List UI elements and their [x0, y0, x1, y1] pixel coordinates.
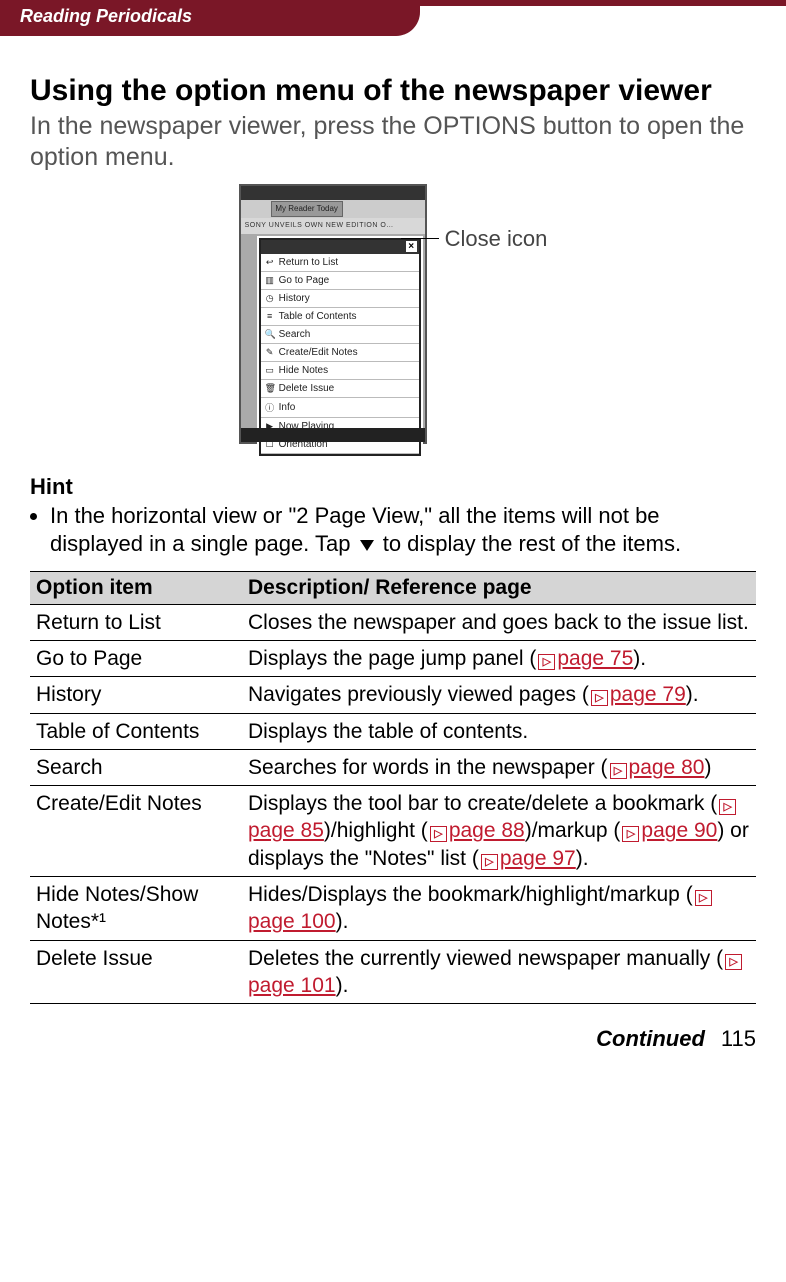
- option-menu-item[interactable]: ⓘ Info: [261, 398, 419, 418]
- hint-heading: Hint: [30, 474, 756, 500]
- table-row: Table of ContentsDisplays the table of c…: [30, 713, 756, 749]
- option-menu-item[interactable]: 🗑 Delete Issue: [261, 380, 419, 398]
- screenshot-titlebar: [241, 186, 425, 200]
- table-cell-description: Navigates previously viewed pages (▷page…: [242, 677, 756, 713]
- xref-icon: ▷: [695, 890, 712, 906]
- menu-item-label: Delete Issue: [279, 383, 335, 394]
- table-cell-option: Delete Issue: [30, 940, 242, 1004]
- callout-label: Close icon: [445, 226, 548, 252]
- header-rule: [420, 0, 786, 36]
- menu-item-icon: ⓘ: [265, 401, 275, 414]
- table-cell-description: Displays the tool bar to create/delete a…: [242, 786, 756, 877]
- callout: Close icon: [445, 226, 548, 252]
- xref-icon: ▷: [719, 799, 736, 815]
- table-cell-option: Hide Notes/Show Notes*¹: [30, 877, 242, 941]
- option-menu-titlebar: ×: [261, 240, 419, 254]
- xref-icon: ▷: [538, 654, 555, 670]
- table-cell-option: Table of Contents: [30, 713, 242, 749]
- menu-item-label: Return to List: [279, 257, 338, 268]
- table-cell-description: Displays the table of contents.: [242, 713, 756, 749]
- menu-item-icon: ↩: [265, 257, 275, 268]
- option-menu-item[interactable]: ≡ Table of Contents: [261, 308, 419, 326]
- header-bar: Reading Periodicals: [0, 0, 786, 36]
- table-cell-option: History: [30, 677, 242, 713]
- xref-icon: ▷: [725, 954, 742, 970]
- section-title: Reading Periodicals: [0, 0, 420, 36]
- table-header-description: Description/ Reference page: [242, 571, 756, 604]
- callout-leader-line: [401, 238, 439, 239]
- screenshot-bottombar: [241, 428, 425, 442]
- menu-item-icon: ▭: [265, 365, 275, 376]
- screenshot-newspaper-viewer: My Reader Today SONY UNVEILS OWN NEW EDI…: [239, 184, 427, 444]
- page-number: 115: [721, 1026, 756, 1052]
- intro-paragraph: In the newspaper viewer, press the OPTIO…: [30, 111, 756, 174]
- xref-link[interactable]: page 97: [500, 847, 576, 870]
- menu-item-label: History: [279, 293, 310, 304]
- footer: Continued 115: [0, 1014, 786, 1070]
- option-menu-item[interactable]: ◷ History: [261, 290, 419, 308]
- table-cell-option: Return to List: [30, 604, 242, 640]
- continued-label: Continued: [596, 1026, 705, 1052]
- table-cell-description: Closes the newspaper and goes back to th…: [242, 604, 756, 640]
- table-row: Go to PageDisplays the page jump panel (…: [30, 640, 756, 676]
- option-menu-item[interactable]: ▥ Go to Page: [261, 272, 419, 290]
- table-row: Create/Edit NotesDisplays the tool bar t…: [30, 786, 756, 877]
- screenshot-headline: SONY UNVEILS OWN NEW EDITION O…: [241, 218, 425, 234]
- xref-link[interactable]: page 75: [557, 647, 633, 670]
- table-row: SearchSearches for words in the newspape…: [30, 749, 756, 785]
- menu-item-label: Info: [279, 402, 296, 413]
- table-row: Hide Notes/Show Notes*¹Hides/Displays th…: [30, 877, 756, 941]
- menu-item-icon: ◷: [265, 293, 275, 304]
- table-cell-option: Go to Page: [30, 640, 242, 676]
- screenshot-tabbar: My Reader Today: [241, 200, 425, 218]
- page-heading: Using the option menu of the newspaper v…: [30, 74, 756, 107]
- table-cell-description: Hides/Displays the bookmark/highlight/ma…: [242, 877, 756, 941]
- close-icon[interactable]: ×: [406, 241, 417, 252]
- menu-item-icon: ≡: [265, 311, 275, 321]
- xref-link[interactable]: page 100: [248, 910, 336, 933]
- table-cell-description: Searches for words in the newspaper (▷pa…: [242, 749, 756, 785]
- table-row: Return to ListCloses the newspaper and g…: [30, 604, 756, 640]
- xref-link[interactable]: page 80: [629, 756, 705, 779]
- screenshot-tab: My Reader Today: [271, 201, 343, 217]
- table-row: Delete IssueDeletes the currently viewed…: [30, 940, 756, 1004]
- option-menu-item[interactable]: 🔍 Search: [261, 326, 419, 344]
- menu-item-icon: 🔍: [265, 329, 275, 340]
- menu-item-label: Create/Edit Notes: [279, 347, 358, 358]
- option-menu-item[interactable]: ↩ Return to List: [261, 254, 419, 272]
- xref-link[interactable]: page 85: [248, 819, 324, 842]
- xref-link[interactable]: page 88: [449, 819, 525, 842]
- menu-item-icon: 🗑: [265, 383, 275, 394]
- menu-item-label: Table of Contents: [279, 311, 357, 322]
- xref-icon: ▷: [622, 826, 639, 842]
- table-row: HistoryNavigates previously viewed pages…: [30, 677, 756, 713]
- xref-icon: ▷: [430, 826, 447, 842]
- option-menu-popup: × ↩ Return to List ▥ Go to Page ◷ History ≡ Tab…: [259, 238, 421, 456]
- menu-item-icon: ✎: [265, 347, 275, 358]
- menu-item-label: Hide Notes: [279, 365, 328, 376]
- hint-text-after: to display the rest of the items.: [377, 531, 681, 556]
- figure: My Reader Today SONY UNVEILS OWN NEW EDI…: [30, 184, 756, 444]
- xref-link[interactable]: page 101: [248, 974, 336, 997]
- table-cell-description: Displays the page jump panel (▷page 75).: [242, 640, 756, 676]
- menu-item-label: Search: [279, 329, 311, 340]
- table-cell-option: Create/Edit Notes: [30, 786, 242, 877]
- menu-item-label: Go to Page: [279, 275, 330, 286]
- xref-link[interactable]: page 79: [610, 683, 686, 706]
- menu-item-icon: ▥: [265, 275, 275, 286]
- option-menu-item[interactable]: ✎ Create/Edit Notes: [261, 344, 419, 362]
- table-cell-description: Deletes the currently viewed newspaper m…: [242, 940, 756, 1004]
- hint-list: In the horizontal view or "2 Page View,"…: [30, 502, 756, 559]
- xref-icon: ▷: [591, 690, 608, 706]
- xref-icon: ▷: [481, 854, 498, 870]
- xref-link[interactable]: page 90: [641, 819, 717, 842]
- table-header-option: Option item: [30, 571, 242, 604]
- option-table: Option item Description/ Reference page …: [30, 571, 756, 1005]
- hint-item: In the horizontal view or "2 Page View,"…: [50, 502, 756, 559]
- table-cell-option: Search: [30, 749, 242, 785]
- down-triangle-icon: [360, 540, 374, 551]
- option-menu-item[interactable]: ▭ Hide Notes: [261, 362, 419, 380]
- xref-icon: ▷: [610, 763, 627, 779]
